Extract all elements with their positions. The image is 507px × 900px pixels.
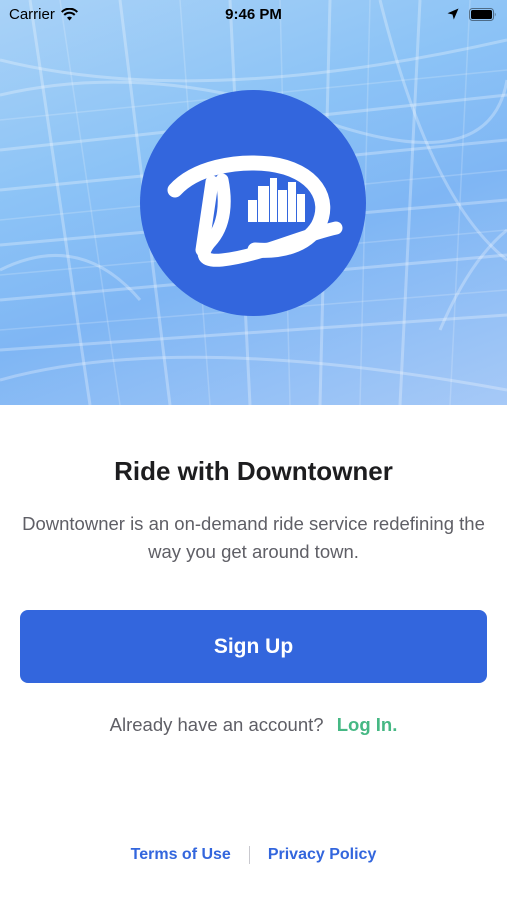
carrier-label: Carrier <box>9 5 55 23</box>
sign-up-button[interactable]: Sign Up <box>20 610 487 683</box>
location-arrow-icon <box>447 8 459 20</box>
battery-icon <box>469 7 496 21</box>
page-description: Downtowner is an on-demand ride service … <box>22 513 485 562</box>
status-bar: Carrier 9:46 PM <box>0 0 507 28</box>
log-in-link[interactable]: Log In. <box>337 714 398 735</box>
terms-of-use-link[interactable]: Terms of Use <box>131 846 231 864</box>
privacy-policy-link[interactable]: Privacy Policy <box>268 846 377 864</box>
footer-divider <box>248 846 250 864</box>
downtowner-logo-icon <box>167 155 343 267</box>
downtowner-logo <box>140 90 366 316</box>
login-row: Already have an account? Log In. <box>0 714 507 736</box>
footer-links: Terms of Use Privacy Policy <box>0 846 507 864</box>
hero-banner: Carrier 9:46 PM <box>0 0 507 405</box>
login-prompt: Already have an account? <box>109 714 324 735</box>
wifi-icon <box>60 7 78 20</box>
status-right <box>447 7 497 21</box>
page-title: Ride with Downtowner <box>114 456 393 486</box>
status-left: Carrier <box>9 6 78 23</box>
